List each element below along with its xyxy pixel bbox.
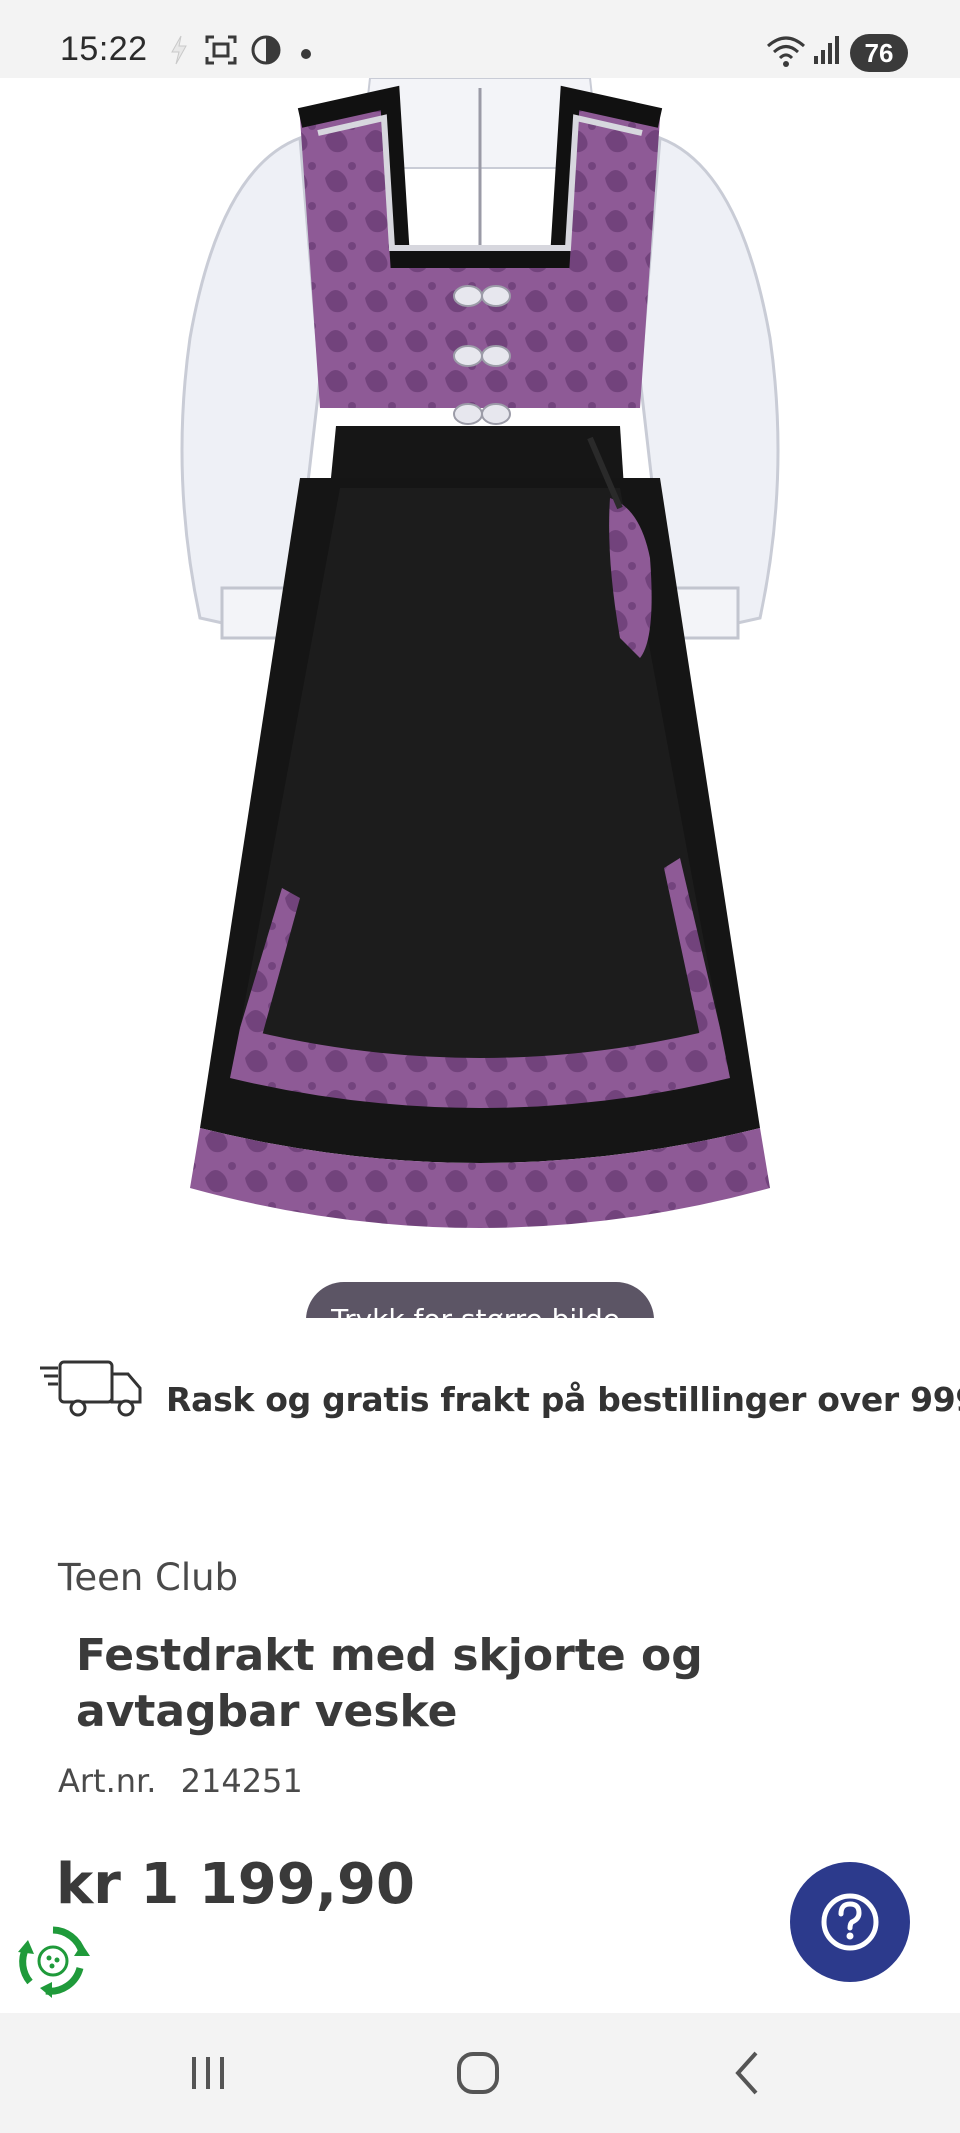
status-time: 15:22 [60, 30, 148, 68]
product-title: Festdrakt med skjorte og avtagbar veske [76, 1630, 703, 1737]
recent-apps-icon[interactable] [168, 2043, 248, 2103]
product-price: kr 1 199,90 [56, 1852, 415, 1917]
dot-icon [301, 49, 311, 59]
back-icon[interactable] [708, 2043, 788, 2103]
charging-icon [171, 35, 187, 65]
home-icon[interactable] [438, 2043, 518, 2103]
article-number-label: Art.nr. [58, 1762, 157, 1800]
dress-illustration [180, 78, 780, 1228]
brand-name[interactable]: Teen Club [58, 1556, 238, 1599]
shipping-text: Rask og gratis frakt på bestillinger ove… [166, 1380, 960, 1419]
status-bar: 15:22 76 [0, 0, 960, 78]
wifi-icon [767, 36, 805, 67]
product-image[interactable]: Trykk for større bilde. [0, 78, 960, 1318]
screenshot-icon [205, 35, 237, 65]
help-button[interactable] [790, 1862, 910, 1982]
zoom-hint[interactable]: Trykk for større bilde. [306, 1282, 654, 1318]
truck-icon [40, 1360, 142, 1417]
recycle-icon[interactable] [16, 1924, 90, 1998]
battery-indicator: 76 [850, 34, 908, 72]
article-number: Art.nr. 214251 [58, 1762, 303, 1800]
question-icon [821, 1893, 879, 1951]
signal-icon [814, 36, 839, 64]
shipping-banner: Rask og gratis frakt på bestillinger ove… [36, 1358, 960, 1438]
article-number-value: 214251 [180, 1762, 303, 1800]
navigation-bar [0, 2013, 960, 2133]
data-saver-icon [251, 35, 281, 65]
